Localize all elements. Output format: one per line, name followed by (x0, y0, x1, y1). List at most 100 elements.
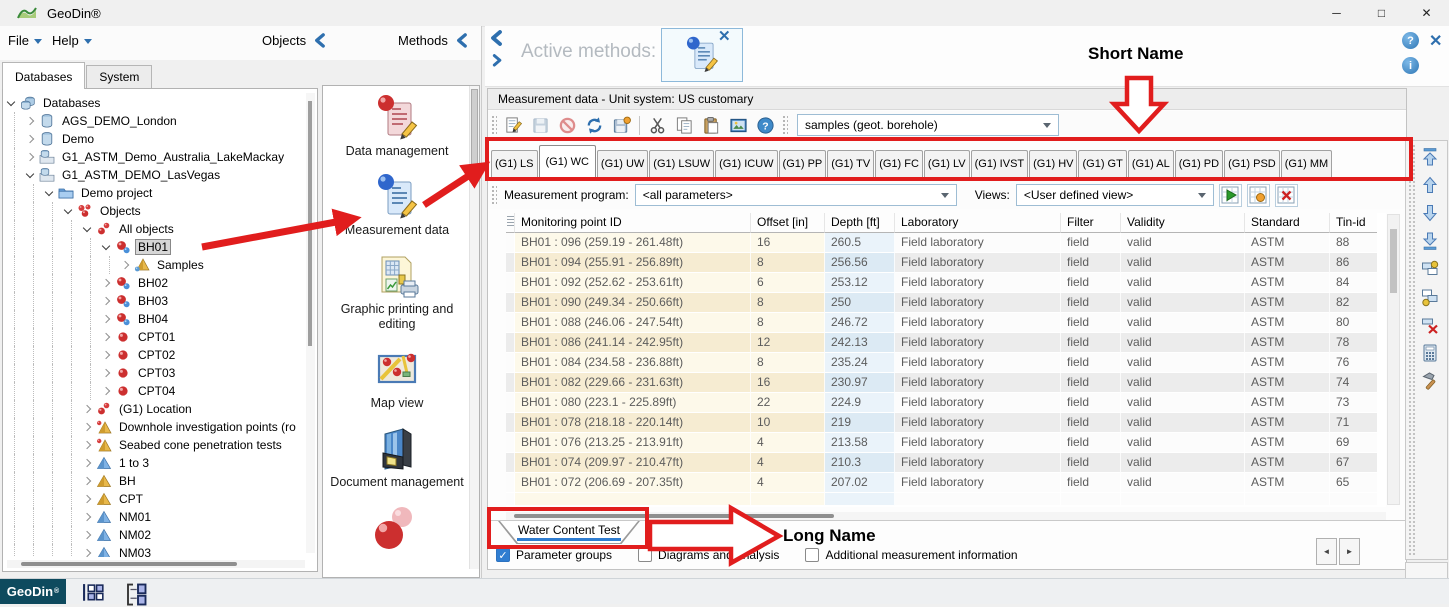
checkbox-unchecked-icon[interactable] (805, 548, 819, 562)
table-row[interactable]: BH01 : 084 (234.58 - 236.88ft)8235.24Fie… (506, 353, 1386, 373)
move-top-icon[interactable] (1417, 145, 1443, 169)
calculator-icon[interactable] (1417, 341, 1443, 365)
edit-icon[interactable] (500, 113, 527, 137)
tree-item-seabed-cone-penetration-tests[interactable]: Seabed cone penetration tests (5, 436, 305, 454)
method-tab-g1-ivst[interactable]: (G1) IVST (971, 150, 1029, 178)
tree-expander-icon[interactable] (5, 94, 19, 112)
save-icon[interactable] (527, 113, 554, 137)
row-selector[interactable] (506, 313, 515, 333)
tree-item-g1-location[interactable]: (G1) Location (5, 400, 305, 418)
checkbox-unchecked-icon[interactable] (638, 548, 652, 562)
row-selector[interactable] (506, 373, 515, 393)
tab-system[interactable]: System (86, 65, 152, 89)
drag-handle-icon[interactable] (491, 185, 497, 205)
tree-item-bh03[interactable]: BH03 (5, 292, 305, 310)
drag-handle-icon[interactable] (491, 115, 497, 135)
column-header-tin-id[interactable]: Tin-id (1330, 213, 1377, 233)
table-row[interactable]: BH01 : 078 (218.18 - 220.14ft)10219Field… (506, 413, 1386, 433)
image-icon[interactable] (725, 113, 752, 137)
method-tab-g1-tv[interactable]: (G1) TV (827, 150, 874, 178)
prog-run-button[interactable] (1219, 184, 1242, 207)
scroll-tabs-left-button[interactable]: ◄ (1316, 538, 1337, 565)
table-row[interactable]: BH01 : 074 (209.97 - 210.47ft)4210.3Fiel… (506, 453, 1386, 473)
column-header-standard[interactable]: Standard (1245, 213, 1330, 233)
tree-item-all-objects[interactable]: All objects (5, 220, 305, 238)
checkbox-diagrams-and-analysis[interactable]: Diagrams and analysis (638, 548, 779, 562)
tree-item-databases[interactable]: Databases (5, 94, 305, 112)
help-menu[interactable]: Help (52, 33, 92, 48)
method-tab-g1-wc[interactable]: (G1) WC (539, 145, 596, 179)
close-button[interactable]: ✕ (1404, 1, 1449, 26)
maximize-button[interactable]: □ (1359, 1, 1404, 26)
layout-grid-icon[interactable] (82, 582, 107, 602)
launcher-item-more[interactable] (325, 504, 469, 552)
table-row[interactable]: BH01 : 080 (223.1 - 225.89ft)22224.9Fiel… (506, 393, 1386, 413)
checkbox-checked-icon[interactable]: ✓ (496, 548, 510, 562)
method-tab-g1-mm[interactable]: (G1) MM (1281, 150, 1332, 178)
export-icon[interactable] (608, 113, 635, 137)
insert-below-icon[interactable] (1417, 285, 1443, 309)
row-selector[interactable] (506, 353, 515, 373)
row-selector[interactable] (506, 413, 515, 433)
row-selector[interactable] (506, 473, 515, 493)
measurement-program-select[interactable]: <all parameters> (635, 184, 957, 206)
help-icon[interactable]: ? (1402, 32, 1419, 49)
prog-clear-button[interactable] (1275, 184, 1298, 207)
method-tab-g1-fc[interactable]: (G1) FC (875, 150, 923, 178)
tree-item-bh02[interactable]: BH02 (5, 274, 305, 292)
method-tab-g1-al[interactable]: (G1) AL (1128, 150, 1174, 178)
object-group-select[interactable]: samples (geot. borehole) (797, 114, 1059, 136)
row-selector[interactable] (506, 333, 515, 353)
row-selector[interactable] (506, 393, 515, 413)
row-selector[interactable] (506, 453, 515, 473)
method-tab-g1-gt[interactable]: (G1) GT (1078, 150, 1126, 178)
tree-item-g1-astm-demo-australia-lakemackay[interactable]: G1_ASTM_Demo_Australia_LakeMackay (5, 148, 305, 166)
tree-item-g1-astm-demo-lasvegas[interactable]: G1_ASTM_DEMO_LasVegas (5, 166, 305, 184)
method-tab-g1-pd[interactable]: (G1) PD (1175, 150, 1223, 178)
drag-handle-icon[interactable] (782, 115, 788, 135)
close-method-icon[interactable]: ✕ (718, 27, 731, 45)
method-tab-g1-icuw[interactable]: (G1) ICUW (715, 150, 777, 178)
table-row[interactable]: BH01 : 082 (229.66 - 231.63ft)16230.97Fi… (506, 373, 1386, 393)
table-row[interactable]: BH01 : 086 (241.14 - 242.95ft)12242.13Fi… (506, 333, 1386, 353)
tree-item-demo[interactable]: Demo (5, 130, 305, 148)
method-tab-g1-psd[interactable]: (G1) PSD (1224, 150, 1280, 178)
move-up-icon[interactable] (1417, 173, 1443, 197)
cut-icon[interactable] (644, 113, 671, 137)
tree-item-nm02[interactable]: NM02 (5, 526, 305, 544)
table-horizontal-scrollbar[interactable] (506, 512, 1386, 520)
refresh-icon[interactable] (581, 113, 608, 137)
row-selector[interactable] (506, 233, 515, 253)
tree-item-1-to-3[interactable]: 1 to 3 (5, 454, 305, 472)
column-header-monitoring-point-id[interactable]: Monitoring point ID (515, 213, 751, 233)
tree-item-ags-demo-london[interactable]: AGS_DEMO_London (5, 112, 305, 130)
tree-item-downhole-investigation-points-ro[interactable]: Downhole investigation points (ro (5, 418, 305, 436)
method-tab-g1-pp[interactable]: (G1) PP (779, 150, 827, 178)
tree-item-cpt[interactable]: CPT (5, 490, 305, 508)
close-panel-icon[interactable]: ✕ (1429, 31, 1442, 51)
table-row[interactable]: BH01 : 094 (255.91 - 256.89ft)8256.56Fie… (506, 253, 1386, 273)
views-select[interactable]: <User defined view> (1016, 184, 1214, 206)
tree-item-nm03[interactable]: NM03 (5, 544, 305, 557)
tree-item-cpt02[interactable]: CPT02 (5, 346, 305, 364)
collapse-left-icon[interactable] (313, 33, 326, 48)
delete-row-icon[interactable] (1417, 313, 1443, 337)
table-vertical-scrollbar[interactable] (1387, 214, 1400, 505)
table-row[interactable]: BH01 : 092 (252.62 - 253.61ft)6253.12Fie… (506, 273, 1386, 293)
scroll-tabs-right-button[interactable]: ► (1339, 538, 1360, 565)
launcher-item-measurement-data[interactable]: Measurement data (325, 173, 469, 238)
active-method-measurement-data-button[interactable] (661, 28, 743, 82)
row-selector[interactable] (506, 433, 515, 453)
paste-icon[interactable] (698, 113, 725, 137)
insert-above-icon[interactable] (1417, 257, 1443, 281)
tree-vertical-scrollbar[interactable] (306, 93, 315, 553)
tree-horizontal-scrollbar[interactable] (7, 560, 305, 568)
launcher-scrollbar[interactable] (469, 86, 479, 569)
collapse-left-icon[interactable] (455, 33, 468, 48)
column-header-laboratory[interactable]: Laboratory (895, 213, 1061, 233)
tree-item-bh01[interactable]: BH01 (5, 238, 305, 256)
launcher-item-graphic-printing-and-editing[interactable]: Graphic printing and editing (325, 252, 469, 332)
prog-mark-button[interactable] (1247, 184, 1270, 207)
long-name-tab-water-content-test[interactable]: Water Content Test (498, 521, 640, 544)
method-tab-g1-lsuw[interactable]: (G1) LSUW (649, 150, 714, 178)
